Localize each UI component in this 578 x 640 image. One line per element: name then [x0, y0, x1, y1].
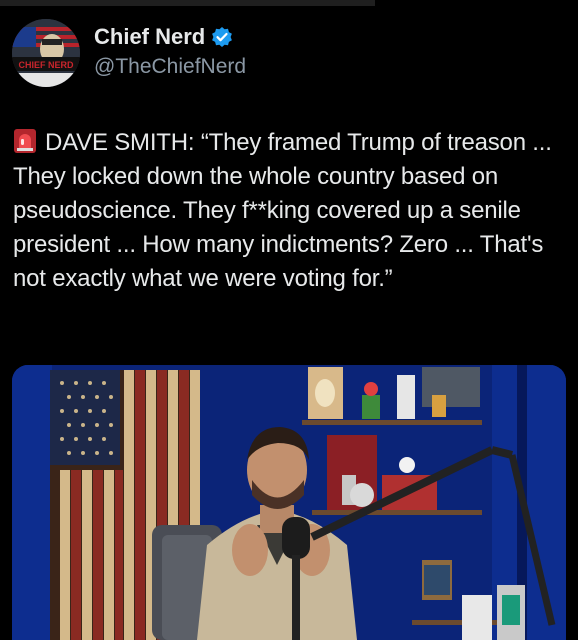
author-name-row[interactable]: Chief Nerd — [94, 24, 233, 50]
top-divider — [0, 0, 375, 6]
tweet-text: DAVE SMITH: “They framed Trump of treaso… — [13, 129, 552, 292]
author-name[interactable]: Chief Nerd — [94, 24, 205, 50]
tweet-text-container: DAVE SMITH: “They framed Trump of treaso… — [13, 126, 573, 296]
tweet-media[interactable] — [12, 365, 566, 640]
rotating-light-icon — [14, 129, 36, 153]
author-handle[interactable]: @TheChiefNerd — [94, 55, 246, 79]
avatar-text: CHIEF NERD — [18, 60, 74, 70]
avatar[interactable]: CHIEF NERD — [12, 19, 80, 87]
avatar-image: CHIEF NERD — [12, 19, 80, 87]
verified-badge-icon — [212, 27, 233, 47]
video-frame-image — [12, 365, 566, 640]
